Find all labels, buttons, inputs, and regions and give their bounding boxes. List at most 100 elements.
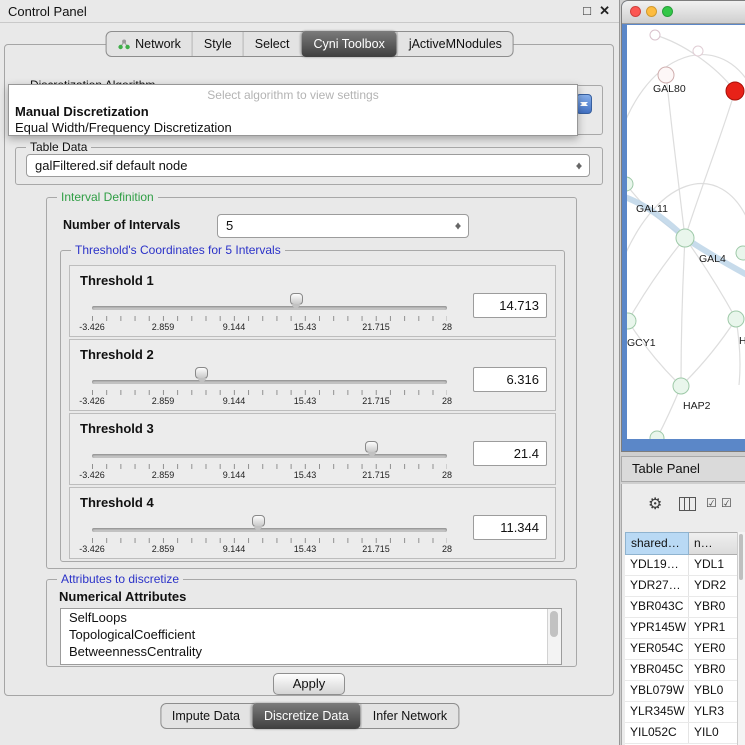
tick-label: -3.426 xyxy=(79,322,105,332)
threshold-panel: Threshold 2 -3.4262.8599.14415.4321.7152… xyxy=(69,339,556,411)
table-row[interactable]: YDL19…YDL1 xyxy=(625,555,738,576)
threshold-value-box[interactable]: 11.344 xyxy=(473,515,547,540)
slider-tick-marks xyxy=(92,464,447,469)
network-edge[interactable] xyxy=(627,55,745,145)
columns-icon[interactable] xyxy=(679,497,696,511)
tab-style[interactable]: Style xyxy=(192,32,243,56)
checkbox-icon[interactable]: ☑ xyxy=(721,496,732,510)
attribute-list-item[interactable]: SelfLoops xyxy=(61,609,561,626)
table-cell: YLR3 xyxy=(689,702,738,722)
attribute-list-item[interactable]: BetweennessCentrality xyxy=(61,643,561,660)
network-edge[interactable] xyxy=(628,238,685,321)
network-graph[interactable]: GAL80GAL11GAL4GCY1HHAP2 xyxy=(627,25,745,439)
network-window-titlebar[interactable] xyxy=(622,1,745,24)
network-node[interactable] xyxy=(736,246,745,260)
table-row[interactable]: YPR145WYPR1 xyxy=(625,618,738,639)
slider-thumb[interactable] xyxy=(365,441,378,453)
list-scrollbar-thumb[interactable] xyxy=(550,611,558,637)
network-node[interactable] xyxy=(627,313,636,329)
table-row[interactable]: YBL079WYBL0 xyxy=(625,681,738,702)
network-node[interactable] xyxy=(650,431,664,439)
table-row[interactable]: YIL052CYIL0 xyxy=(625,723,738,744)
network-node[interactable] xyxy=(728,311,744,327)
number-of-intervals-label: Number of Intervals xyxy=(63,218,180,232)
tab-impute-data[interactable]: Impute Data xyxy=(161,704,251,728)
tab-network[interactable]: Network xyxy=(106,32,192,56)
network-edge-wide[interactable] xyxy=(627,195,685,238)
table-row[interactable]: YER054CYER0 xyxy=(625,639,738,660)
table-scrollbar[interactable] xyxy=(737,532,745,745)
network-node[interactable] xyxy=(693,46,703,56)
close-window-icon[interactable]: ✕ xyxy=(599,3,610,19)
minimize-traffic-light[interactable] xyxy=(646,6,657,17)
apply-button[interactable]: Apply xyxy=(273,673,345,695)
table-cell: YBL079W xyxy=(625,681,689,701)
network-node[interactable] xyxy=(658,67,674,83)
threshold-slider[interactable]: -3.4262.8599.14415.4321.71528 xyxy=(92,414,447,484)
table-scrollbar-thumb[interactable] xyxy=(739,534,743,580)
network-node[interactable] xyxy=(627,177,633,191)
column-header-shared-name[interactable]: shared… xyxy=(625,532,689,555)
slider-thumb[interactable] xyxy=(290,293,303,305)
slider-track[interactable] xyxy=(92,454,447,458)
attribute-list-item[interactable]: TopologicalCoefficient xyxy=(61,626,561,643)
table-cell: YIL052C xyxy=(625,723,689,743)
network-edge[interactable] xyxy=(736,319,740,385)
threshold-slider[interactable]: -3.4262.8599.14415.4321.71528 xyxy=(92,266,447,336)
table-row[interactable]: YLR345WYLR3 xyxy=(625,702,738,723)
control-panel-titlebar[interactable]: Control Panel □ ✕ xyxy=(0,0,619,23)
numerical-attributes-list[interactable]: SelfLoopsTopologicalCoefficientBetweenne… xyxy=(60,608,562,665)
table-panel-header[interactable]: Table Panel xyxy=(621,456,745,482)
network-node[interactable] xyxy=(650,30,660,40)
network-edge[interactable] xyxy=(666,75,685,238)
list-scrollbar[interactable] xyxy=(547,609,561,664)
number-of-intervals-combobox[interactable]: 5 xyxy=(217,214,469,238)
tab-infer-network[interactable]: Infer Network xyxy=(361,704,458,728)
network-node[interactable] xyxy=(673,378,689,394)
network-node[interactable] xyxy=(676,229,694,247)
threshold-panel: Threshold 1 -3.4262.8599.14415.4321.7152… xyxy=(69,265,556,337)
close-traffic-light[interactable] xyxy=(630,6,641,17)
column-header-name[interactable]: n… xyxy=(689,532,738,555)
threshold-value-box[interactable]: 14.713 xyxy=(473,293,547,318)
table-row[interactable]: YBR043CYBR0 xyxy=(625,597,738,618)
network-edge[interactable] xyxy=(681,238,685,386)
network-edge[interactable] xyxy=(628,321,681,386)
threshold-slider[interactable]: -3.4262.8599.14415.4321.71528 xyxy=(92,488,447,558)
table-row[interactable]: YDR27…YDR2 xyxy=(625,576,738,597)
slider-track[interactable] xyxy=(92,528,447,532)
threshold-value-box[interactable]: 6.316 xyxy=(473,367,547,392)
algorithm-option-equal-width[interactable]: Equal Width/Frequency Discretization xyxy=(9,120,577,136)
threshold-slider[interactable]: -3.4262.8599.14415.4321.71528 xyxy=(92,340,447,410)
tick-label: -3.426 xyxy=(79,544,105,554)
zoom-traffic-light[interactable] xyxy=(662,6,673,17)
table-data-combobox[interactable]: galFiltered.sif default node xyxy=(26,154,590,177)
tab-discretize-data[interactable]: Discretize Data xyxy=(251,703,361,729)
network-edge[interactable] xyxy=(685,238,736,319)
tick-label: 2.859 xyxy=(152,396,175,406)
tick-label: 28 xyxy=(442,470,452,480)
network-canvas[interactable]: GAL80GAL11GAL4GCY1HHAP2 xyxy=(627,25,745,439)
slider-thumb[interactable] xyxy=(252,515,265,527)
network-edge[interactable] xyxy=(685,91,735,238)
tab-cyni-toolbox[interactable]: Cyni Toolbox xyxy=(300,31,396,57)
tab-select[interactable]: Select xyxy=(243,32,301,56)
node-label: GAL80 xyxy=(653,83,686,95)
algorithm-option-manual[interactable]: Manual Discretization xyxy=(9,103,577,120)
tab-jactivemnodules[interactable]: jActiveMNodules xyxy=(397,32,513,56)
network-edge[interactable] xyxy=(657,386,681,438)
slider-tick-marks xyxy=(92,390,447,395)
slider-track[interactable] xyxy=(92,306,447,310)
slider-thumb[interactable] xyxy=(195,367,208,379)
slider-track[interactable] xyxy=(92,380,447,384)
network-node[interactable] xyxy=(726,82,744,100)
threshold-value-box[interactable]: 21.4 xyxy=(473,441,547,466)
table-row[interactable]: YBR045CYBR0 xyxy=(625,660,738,681)
network-edge[interactable] xyxy=(681,319,736,386)
float-window-icon[interactable]: □ xyxy=(583,3,591,18)
algorithm-combo-blue-stepper[interactable] xyxy=(576,94,592,114)
number-of-intervals-value: 5 xyxy=(226,215,233,237)
checkbox-icon[interactable]: ☑ xyxy=(706,496,717,510)
gear-icon[interactable]: ⚙ xyxy=(648,494,662,514)
tick-label: 9.144 xyxy=(223,470,246,480)
